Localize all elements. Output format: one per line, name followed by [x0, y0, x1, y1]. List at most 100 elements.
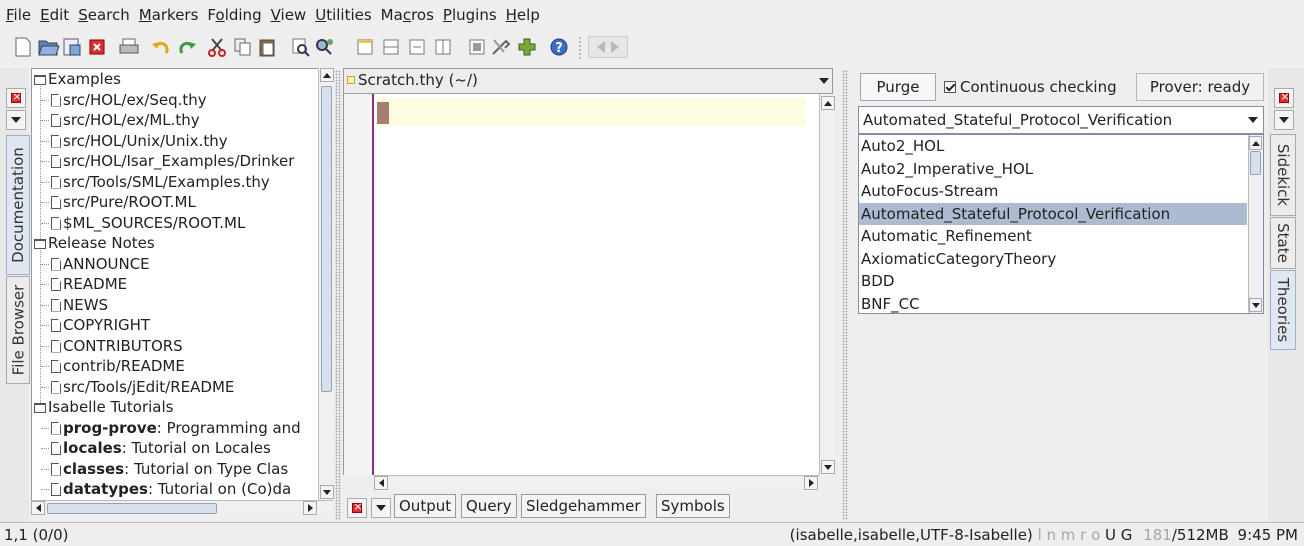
new-view-icon[interactable]: [354, 36, 376, 58]
tree-item[interactable]: $ML_SOURCES/ROOT.ML: [41, 213, 245, 234]
session-option[interactable]: Auto2_HOL: [859, 135, 1247, 158]
undo-icon[interactable]: [150, 36, 172, 58]
buffer-switcher[interactable]: Scratch.thy (~/): [343, 68, 833, 94]
print-icon[interactable]: [118, 36, 140, 58]
menu-plugins[interactable]: Plugins: [443, 6, 497, 24]
menu-macros[interactable]: Macros: [381, 6, 434, 24]
tab-query[interactable]: Query: [461, 494, 517, 518]
scroll-down-button[interactable]: [821, 460, 835, 474]
session-select[interactable]: Automated_Stateful_Protocol_Verification: [858, 106, 1264, 134]
help-icon[interactable]: ?: [548, 36, 570, 58]
tab-theories[interactable]: Theories: [1270, 270, 1296, 350]
scroll-thumb[interactable]: [47, 503, 217, 514]
tab-symbols[interactable]: Symbols: [656, 494, 730, 518]
session-list-scrollbar[interactable]: [1248, 135, 1263, 313]
tree-item[interactable]: src/Pure/ROOT.ML: [41, 192, 196, 213]
scroll-left-button[interactable]: [31, 501, 45, 515]
tree-item[interactable]: src/HOL/Unix/Unix.thy: [41, 131, 228, 152]
unsplit-icon[interactable]: [432, 36, 454, 58]
menu-file[interactable]: File: [6, 6, 31, 24]
split-horizontal-icon[interactable]: [380, 36, 402, 58]
tab-output[interactable]: Output: [394, 494, 457, 518]
cut-icon[interactable]: [206, 36, 228, 58]
menu-utilities[interactable]: Utilities: [315, 6, 371, 24]
right-dock-menu-button[interactable]: [1274, 110, 1294, 130]
caret-position[interactable]: 1,1 (0/0): [4, 526, 68, 544]
tree-item[interactable]: contrib/README: [41, 356, 185, 377]
menu-markers[interactable]: Markers: [139, 6, 199, 24]
session-option[interactable]: AutoFocus-Stream: [859, 180, 1247, 203]
buffer-dropdown-button[interactable]: [816, 71, 832, 91]
scroll-up-button[interactable]: [320, 68, 334, 82]
tree-item[interactable]: src/Tools/SML/Examples.thy: [41, 172, 270, 193]
scroll-thumb[interactable]: [1250, 151, 1261, 175]
tree-item[interactable]: CONTRIBUTORS: [41, 336, 183, 357]
checkbox-checked[interactable]: [944, 81, 956, 93]
scroll-up-button[interactable]: [821, 96, 835, 110]
menu-search[interactable]: Search: [78, 6, 130, 24]
tab-sledgehammer[interactable]: Sledgehammer: [521, 494, 646, 518]
new-file-icon[interactable]: [12, 36, 34, 58]
session-option[interactable]: BNF_CC: [859, 293, 1247, 314]
scroll-up-button[interactable]: [1249, 136, 1262, 150]
editor-vertical-scrollbar[interactable]: [819, 94, 835, 475]
session-option[interactable]: Automated_Stateful_Protocol_Verification: [859, 202, 1247, 225]
session-option[interactable]: BDD: [859, 270, 1247, 293]
scroll-right-button[interactable]: [804, 476, 818, 490]
purge-button[interactable]: Purge: [860, 73, 936, 101]
bottom-dock-menu-button[interactable]: [371, 498, 391, 518]
global-options-icon[interactable]: [490, 36, 512, 58]
menu-edit[interactable]: Edit: [40, 6, 69, 24]
tree-item[interactable]: src/HOL/ex/Seq.thy: [41, 90, 207, 111]
tree-item[interactable]: src/HOL/ex/ML.thy: [41, 110, 200, 131]
scroll-down-button[interactable]: [320, 485, 334, 499]
tree-item[interactable]: datatypes: Tutorial on (Co)da: [41, 479, 291, 500]
redo-icon[interactable]: [176, 36, 198, 58]
tree-item[interactable]: COPYRIGHT: [41, 315, 150, 336]
left-splitter[interactable]: [335, 70, 341, 520]
tree-folder[interactable]: Isabelle Tutorials: [34, 397, 173, 418]
tree-vertical-scrollbar[interactable]: [318, 68, 334, 500]
memory-total[interactable]: /512MB: [1172, 526, 1229, 544]
tab-file-browser[interactable]: File Browser: [6, 276, 30, 384]
tree-horizontal-scrollbar[interactable]: [31, 500, 333, 516]
split-vertical-icon[interactable]: [406, 36, 428, 58]
tree-item[interactable]: src/HOL/Isar_Examples/Drinker: [41, 151, 294, 172]
find-replace-icon[interactable]: [314, 36, 336, 58]
tab-sidekick[interactable]: Sidekick: [1270, 134, 1296, 216]
tree-item[interactable]: src/Tools/jEdit/README: [41, 377, 234, 398]
editor-flags-active[interactable]: U G: [1105, 526, 1132, 544]
bottom-dock-close-button[interactable]: [347, 498, 367, 518]
editor-horizontal-scrollbar[interactable]: [374, 475, 819, 491]
text-editor[interactable]: [343, 94, 819, 475]
session-option[interactable]: Auto2_Imperative_HOL: [859, 158, 1247, 181]
paste-icon[interactable]: [256, 36, 278, 58]
tab-documentation[interactable]: Documentation: [6, 135, 30, 275]
tree-item[interactable]: NEWS: [41, 295, 108, 316]
tree-item[interactable]: prog-prove: Programming and: [41, 418, 301, 439]
find-icon[interactable]: [290, 36, 312, 58]
scroll-thumb[interactable]: [321, 86, 332, 392]
left-dock-close-button[interactable]: [6, 88, 26, 108]
session-option[interactable]: Automatic_Refinement: [859, 225, 1247, 248]
scroll-left-button[interactable]: [374, 476, 388, 490]
buffer-mode[interactable]: (isabelle,isabelle,UTF-8-Isabelle): [790, 526, 1033, 544]
editor-flags[interactable]: l n m r o: [1038, 526, 1101, 544]
copy-icon[interactable]: [232, 36, 254, 58]
session-option[interactable]: AxiomaticCategoryTheory: [859, 248, 1247, 271]
open-file-icon[interactable]: [38, 36, 60, 58]
tree-folder[interactable]: Examples: [34, 69, 121, 90]
tab-state[interactable]: State: [1270, 217, 1296, 269]
tree-item[interactable]: classes: Tutorial on Type Clas: [41, 459, 288, 480]
scroll-down-button[interactable]: [1249, 298, 1262, 312]
menu-view[interactable]: View: [271, 6, 307, 24]
tree-item[interactable]: ANNOUNCE: [41, 254, 150, 275]
forward-icon[interactable]: [611, 41, 619, 53]
tree-item[interactable]: README: [41, 274, 127, 295]
back-icon[interactable]: [597, 41, 605, 53]
chevron-down-icon[interactable]: [1245, 112, 1261, 128]
reload-icon[interactable]: [62, 36, 84, 58]
right-dock-close-button[interactable]: [1274, 88, 1294, 108]
scroll-right-button[interactable]: [303, 501, 317, 515]
buffer-options-icon[interactable]: [466, 36, 488, 58]
